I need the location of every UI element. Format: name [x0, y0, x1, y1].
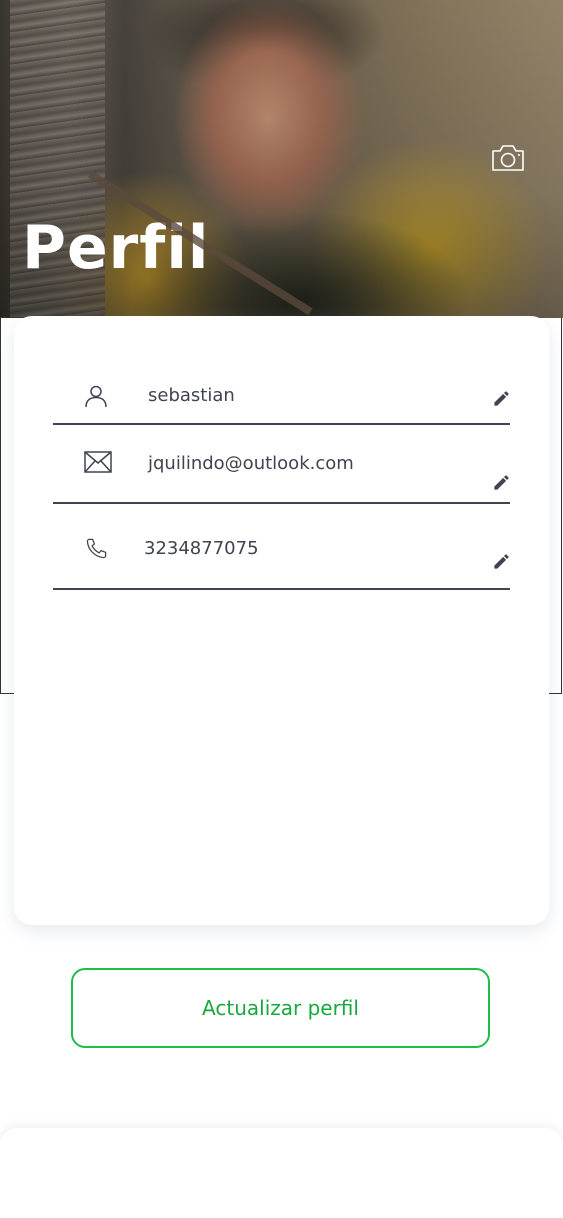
divider — [561, 318, 562, 694]
phone-field[interactable]: 3234877075 — [53, 525, 510, 590]
update-profile-button[interactable]: Actualizar perfil — [71, 968, 490, 1048]
divider — [0, 318, 1, 694]
user-icon — [84, 384, 108, 412]
name-field[interactable]: sebastian — [53, 372, 510, 425]
envelope-icon — [84, 451, 112, 477]
camera-icon[interactable] — [490, 142, 526, 174]
profile-photo: Perfil — [0, 0, 563, 318]
phone-icon — [85, 537, 108, 564]
page-title: Perfil — [22, 213, 210, 283]
edit-email-icon[interactable] — [492, 473, 511, 496]
divider — [547, 693, 562, 694]
edit-phone-icon[interactable] — [492, 552, 511, 575]
phone-value[interactable]: 3234877075 — [144, 538, 259, 559]
edit-name-icon[interactable] — [492, 389, 511, 412]
profile-page: Perfil sebastian jquilindo@outlook.com 3… — [0, 0, 563, 1218]
email-field[interactable]: jquilindo@outlook.com — [53, 440, 510, 504]
email-value[interactable]: jquilindo@outlook.com — [148, 453, 354, 474]
name-value[interactable]: sebastian — [148, 385, 235, 406]
bottom-panel — [0, 1128, 563, 1218]
divider — [0, 317, 22, 318]
